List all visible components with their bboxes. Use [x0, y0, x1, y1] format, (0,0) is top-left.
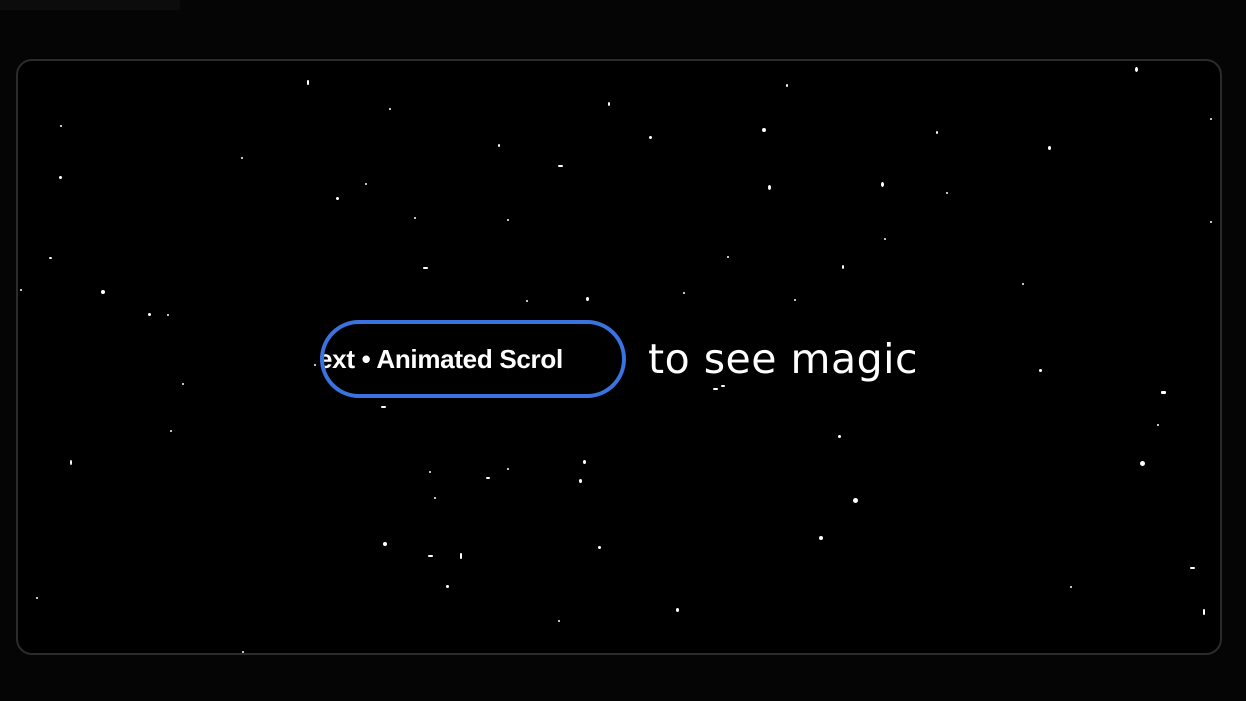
star [381, 406, 386, 408]
star [486, 477, 490, 479]
star [583, 460, 586, 464]
star [498, 144, 500, 147]
star [1135, 67, 1138, 72]
star [1203, 609, 1205, 615]
star [242, 651, 244, 653]
star [383, 542, 387, 546]
star [819, 536, 823, 540]
star [786, 84, 788, 87]
star [507, 468, 509, 470]
top-strip [0, 0, 180, 10]
headline: ext • Animated Scrol to see magic [320, 317, 918, 401]
starfield-panel: ext • Animated Scrol to see magic [16, 59, 1222, 655]
star [1161, 391, 1166, 394]
star [1190, 567, 1195, 569]
star [936, 131, 938, 134]
star [20, 289, 22, 291]
star [389, 108, 391, 110]
star [60, 125, 62, 127]
star [182, 383, 184, 385]
star [1039, 369, 1042, 372]
star [59, 176, 62, 179]
star [446, 585, 449, 588]
star [768, 185, 771, 190]
star [414, 217, 416, 219]
caption-text: to see magic [648, 335, 919, 383]
star [853, 498, 858, 503]
star [365, 183, 367, 185]
star [558, 620, 560, 622]
star [1048, 146, 1051, 150]
star [794, 299, 796, 301]
star [762, 128, 766, 132]
star [1210, 221, 1212, 223]
star [727, 256, 729, 258]
star [336, 197, 339, 200]
star [649, 136, 652, 139]
star [70, 460, 72, 465]
star [434, 497, 436, 499]
star [460, 553, 462, 559]
star [586, 297, 589, 301]
star [842, 265, 844, 269]
star [170, 430, 172, 432]
star [881, 182, 884, 187]
star [36, 597, 38, 599]
star [884, 238, 886, 240]
star [1022, 283, 1024, 285]
star [608, 102, 610, 106]
star [1140, 461, 1145, 466]
star [429, 471, 431, 473]
star [101, 290, 105, 294]
star [526, 300, 528, 302]
star [558, 165, 563, 167]
star [49, 257, 52, 259]
star [1210, 118, 1212, 120]
star [676, 608, 679, 612]
star [241, 157, 243, 159]
scroll-marquee-pill[interactable]: ext • Animated Scrol [320, 320, 626, 398]
star [1070, 586, 1072, 588]
star [838, 435, 841, 438]
marquee-text: ext • Animated Scrol [320, 343, 563, 374]
star [307, 80, 309, 85]
star [683, 292, 685, 294]
star [167, 314, 169, 316]
star [598, 546, 601, 549]
star [946, 192, 948, 194]
star [579, 479, 582, 483]
star [666, 653, 668, 655]
star [1157, 424, 1159, 426]
star [428, 555, 433, 557]
star [754, 653, 758, 655]
star [314, 364, 316, 366]
star [148, 313, 151, 316]
star [507, 219, 509, 221]
star [423, 267, 428, 269]
